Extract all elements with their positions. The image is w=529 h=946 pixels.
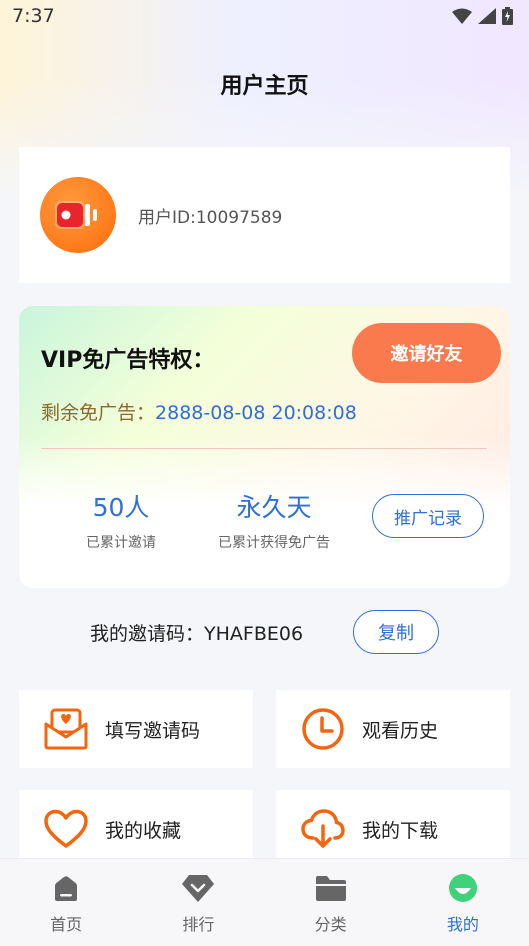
diamond-icon <box>182 875 215 902</box>
tab-mine-label: 我的 <box>446 915 479 934</box>
status-time: 7:37 <box>12 5 55 27</box>
tile-enter-invite-code[interactable]: 填写邀请码 <box>19 690 253 768</box>
invite-friends-button[interactable]: 邀请好友 <box>352 323 501 383</box>
wifi-icon <box>452 8 472 24</box>
clock-icon <box>300 706 346 752</box>
profile-icon <box>448 874 477 902</box>
bottom-tab-bar: 首页 排行 分类 我的 <box>0 858 529 946</box>
remain-value: 2888-08-08 20:08:08 <box>155 402 357 424</box>
remain-row: 剩余免广告：2888-08-08 20:08:08 <box>41 398 357 425</box>
tab-category-label: 分类 <box>314 915 347 934</box>
tile-label: 观看历史 <box>362 719 439 742</box>
invite-code-row: 我的邀请码：YHAFBE06 复制 <box>0 610 529 654</box>
tab-home-label: 首页 <box>50 915 83 934</box>
status-icons <box>452 7 513 25</box>
tab-ranking-label: 排行 <box>182 915 215 934</box>
copy-button[interactable]: 复制 <box>353 610 439 654</box>
tab-ranking[interactable]: 排行 <box>132 859 264 946</box>
stat-invited-label: 已累计邀请 <box>86 535 156 551</box>
signal-icon <box>478 8 496 24</box>
tile-my-favorites[interactable]: 我的收藏 <box>19 790 253 868</box>
envelope-heart-icon <box>43 706 89 752</box>
stat-adfree: 永久天 已累计获得免广告 <box>203 488 345 552</box>
stat-adfree-label: 已累计获得免广告 <box>218 535 330 551</box>
app-logo-icon <box>55 201 97 229</box>
battery-icon <box>502 7 513 25</box>
vip-title: VIP免广告特权： <box>41 348 215 373</box>
user-id: 用户ID:10097589 <box>138 207 283 228</box>
divider <box>41 448 487 449</box>
tile-label: 我的下载 <box>362 819 439 842</box>
folder-icon <box>315 876 346 901</box>
home-icon <box>55 876 78 901</box>
tile-label: 我的收藏 <box>105 819 182 842</box>
cloud-download-icon <box>300 806 346 852</box>
tile-my-downloads[interactable]: 我的下载 <box>276 790 510 868</box>
invite-code-label: 我的邀请码：YHAFBE06 <box>90 622 304 645</box>
user-card: 用户ID:10097589 <box>19 147 510 283</box>
remain-label: 剩余免广告： <box>41 402 156 424</box>
promotion-record-button[interactable]: 推广记录 <box>372 494 484 538</box>
stat-invited-value: 50人 <box>92 493 150 522</box>
tab-mine[interactable]: 我的 <box>397 859 529 946</box>
vip-card: VIP免广告特权： 邀请好友 剩余免广告：2888-08-08 20:08:08… <box>19 306 510 588</box>
tab-category[interactable]: 分类 <box>265 859 397 946</box>
tile-label: 填写邀请码 <box>105 719 201 742</box>
stat-adfree-value: 永久天 <box>236 493 312 522</box>
tile-watch-history[interactable]: 观看历史 <box>276 690 510 768</box>
status-bar: 7:37 <box>0 0 529 32</box>
stat-invited: 50人 已累计邀请 <box>59 488 183 552</box>
page-title: 用户主页 <box>220 74 309 99</box>
tab-home[interactable]: 首页 <box>0 859 132 946</box>
avatar[interactable] <box>40 177 116 253</box>
heart-icon <box>43 806 89 852</box>
